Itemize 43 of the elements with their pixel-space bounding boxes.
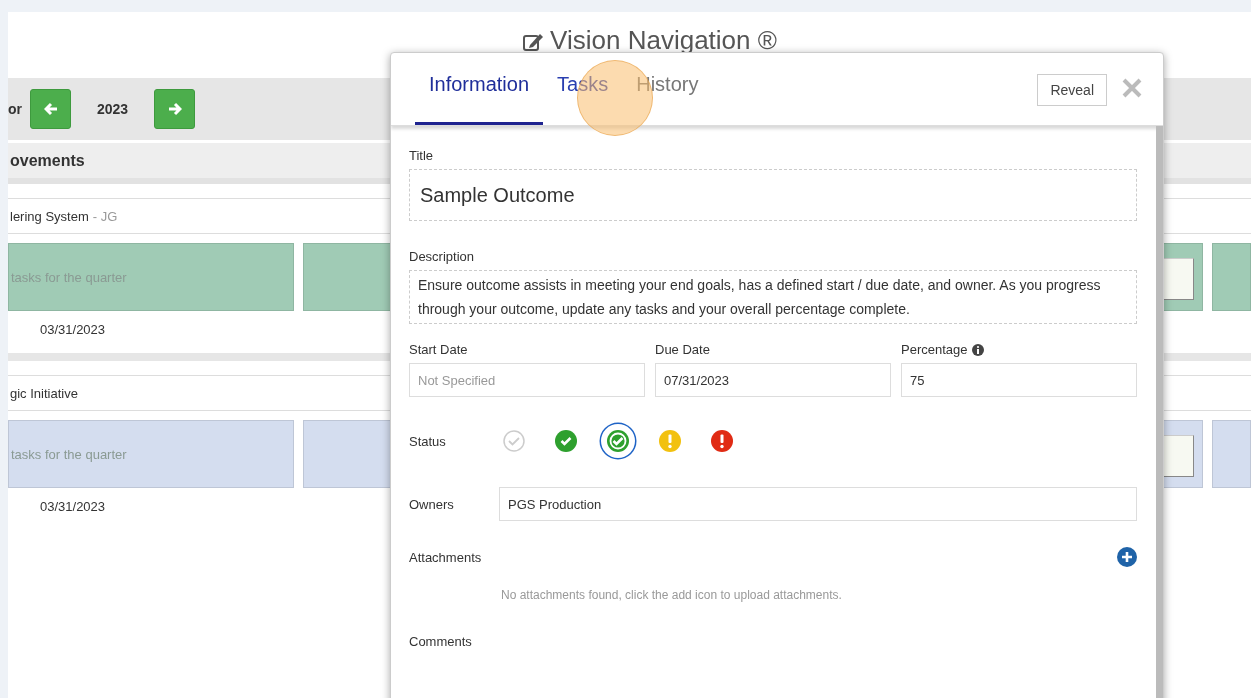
initiative-name: lering System (10, 208, 89, 224)
add-icon (1117, 547, 1137, 567)
owners-field[interactable]: PGS Production (499, 487, 1137, 521)
year-text: 2023 (95, 101, 130, 117)
due-date-text: 03/31/2023 (40, 498, 106, 514)
field-label: Start Date (409, 342, 469, 357)
previous-year-button[interactable] (30, 89, 71, 129)
next-year-button[interactable] (154, 89, 195, 129)
check-icon (555, 430, 577, 452)
tab[interactable]: Information (415, 73, 544, 125)
left-arrow-icon (43, 102, 58, 116)
check-icon (503, 430, 525, 452)
status-option[interactable] (601, 424, 635, 458)
close-icon (1121, 77, 1143, 99)
close-button[interactable] (1121, 77, 1143, 99)
edit-icon (522, 31, 545, 53)
description-field[interactable]: Ensure outcome assists in meeting your end goals, has a defined start / due date, and owner. As you progress through your outcome, update any tasks and your overall percentage complete. (409, 270, 1137, 324)
field-label: Title (409, 148, 435, 163)
field-label: Owners (409, 496, 455, 512)
check-icon (607, 430, 629, 452)
year-label: or (8, 101, 23, 117)
reveal-button[interactable]: Reveal (1037, 74, 1107, 106)
initiative-name: gic Initiative (10, 385, 78, 401)
field-label: Percentage (901, 342, 968, 357)
due-date-text: 03/31/2023 (40, 321, 106, 337)
section-label: Attachments (409, 549, 482, 565)
empty-attachments-text: No attachments found, click the add icon to upload attachments. (501, 588, 843, 602)
percentage-field[interactable]: 75 (901, 363, 1137, 397)
app-title: Vision Navigation ® (550, 25, 777, 55)
field-label: Description (409, 249, 476, 264)
add-attachment-button[interactable] (1117, 547, 1137, 567)
alert-icon (659, 430, 681, 452)
section-label: Comments (409, 634, 473, 649)
owner-initials: - JG (92, 208, 118, 224)
start-date-field[interactable]: Not Specified (409, 363, 645, 397)
alert-icon (711, 430, 733, 452)
due-date-field[interactable]: 07/31/2023 (655, 363, 891, 397)
title-field[interactable]: Sample Outcome (409, 169, 1137, 221)
info-icon (971, 343, 984, 356)
field-label: Due Date (655, 342, 711, 357)
field-label: Status (409, 433, 447, 449)
empty-quarter-text: tasks for the quarter (11, 446, 127, 462)
right-arrow-icon (167, 102, 182, 116)
